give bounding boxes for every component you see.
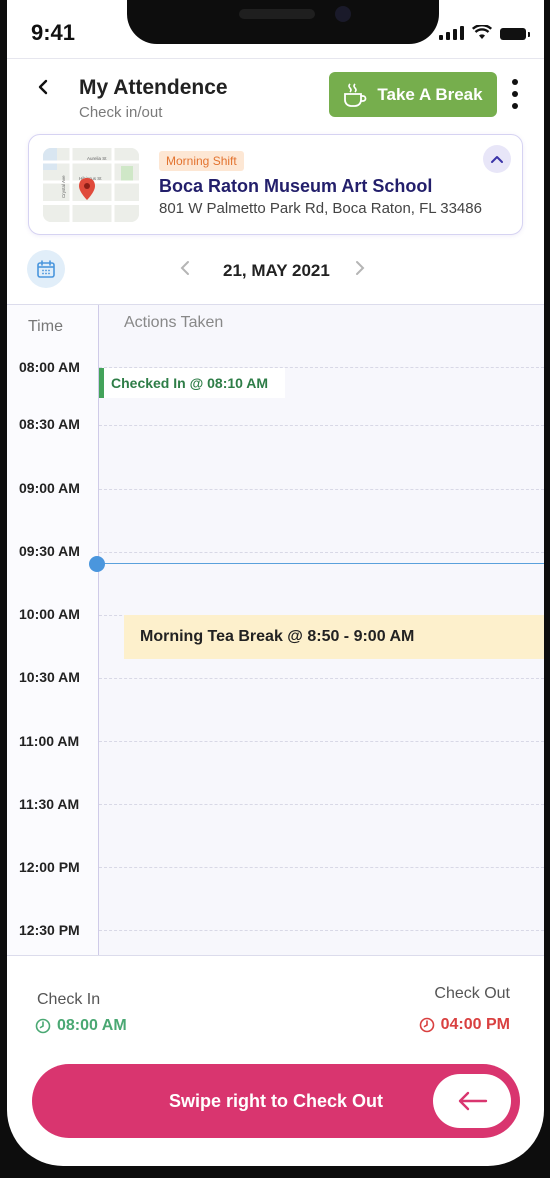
chevron-left-icon (38, 79, 48, 95)
take-break-button[interactable]: Take A Break (329, 72, 497, 117)
location-card: Aurelia St Hibiscus St Crystal Ave Morni… (28, 134, 523, 235)
date-navigator: 21, MAY 2021 (7, 248, 544, 292)
attendance-timeline: Time Actions Taken 08:00 AM 08:30 AM 09:… (7, 304, 544, 956)
status-icons (439, 24, 530, 40)
time-slot-label: 12:30 PM (19, 922, 80, 938)
back-button[interactable] (31, 74, 57, 100)
grid-line (99, 552, 544, 553)
current-time-indicator (89, 556, 105, 572)
time-slot-label: 11:30 AM (19, 796, 80, 812)
wifi-icon (472, 25, 492, 39)
actions-column-header: Actions Taken (124, 314, 224, 331)
time-column-header: Time (28, 318, 63, 335)
location-name: Boca Raton Museum Art School (159, 176, 433, 196)
phone-frame: 9:41 My Attendence Check in/out Take A B… (0, 0, 550, 1178)
speaker-grille (239, 9, 315, 19)
clock-icon (419, 1017, 434, 1033)
grid-line (99, 741, 544, 742)
calendar-icon (37, 260, 55, 278)
app-screen: 9:41 My Attendence Check in/out Take A B… (7, 0, 544, 1166)
page-title: My Attendence (79, 76, 228, 99)
time-slot-label: 10:00 AM (19, 606, 80, 622)
map-street-label: Crystal Ave (61, 175, 66, 198)
signal-icon (439, 24, 464, 40)
chevron-right-icon[interactable] (354, 258, 366, 278)
attendance-summary: Check In 08:00 AM Check Out 04:00 PM (7, 955, 544, 1055)
map-street-label: Aurelia St (87, 156, 107, 161)
grid-line (99, 804, 544, 805)
coffee-cup-icon (344, 82, 367, 107)
calendar-button[interactable] (27, 250, 65, 288)
time-column (7, 305, 98, 955)
time-slot-label: 12:00 PM (19, 859, 80, 875)
arrow-left-icon (458, 1091, 488, 1111)
location-address: 801 W Palmetto Park Rd, Boca Raton, FL 3… (159, 200, 482, 217)
chevron-left-icon[interactable] (179, 258, 191, 278)
clock-icon (35, 1018, 51, 1034)
grid-line (99, 425, 544, 426)
time-slot-label: 09:30 AM (19, 543, 80, 559)
check-in-time: 08:00 AM (57, 1017, 127, 1034)
current-time-line (98, 563, 544, 564)
check-out-time: 04:00 PM (440, 1016, 510, 1033)
check-in-value: 08:00 AM (35, 1017, 127, 1035)
check-out-value: 04:00 PM (419, 1016, 510, 1034)
status-time: 9:41 (31, 20, 76, 45)
grid-line (99, 867, 544, 868)
time-slot-label: 11:00 AM (19, 733, 80, 749)
battery-icon (500, 28, 530, 40)
chevron-up-icon (491, 156, 503, 163)
time-slot-label: 10:30 AM (19, 669, 80, 685)
check-out-label: Check Out (434, 985, 510, 1002)
map-thumbnail[interactable]: Aurelia St Hibiscus St Crystal Ave (43, 148, 139, 222)
page-subtitle: Check in/out (79, 104, 163, 121)
time-slot-label: 08:00 AM (19, 359, 80, 375)
grid-line (99, 678, 544, 679)
device-notch (127, 0, 439, 44)
time-slot-label: 08:30 AM (19, 416, 80, 432)
break-event[interactable]: Morning Tea Break @ 8:50 - 9:00 AM (124, 615, 544, 659)
more-vertical-icon[interactable] (509, 79, 521, 109)
collapse-button[interactable] (483, 145, 511, 173)
swipe-checkout-slider[interactable]: Swipe right to Check Out (32, 1064, 520, 1138)
grid-line (99, 489, 544, 490)
current-date: 21, MAY 2021 (223, 261, 330, 280)
take-break-label: Take A Break (377, 84, 483, 104)
swipe-handle[interactable] (433, 1074, 511, 1128)
app-header: My Attendence Check in/out Take A Break (7, 58, 544, 129)
front-camera (335, 6, 351, 22)
timeline-axis (98, 305, 99, 955)
time-slot-label: 09:00 AM (19, 480, 80, 496)
shift-badge: Morning Shift (159, 151, 244, 171)
check-in-label: Check In (37, 991, 101, 1008)
grid-line (99, 930, 544, 931)
checkin-event[interactable]: Checked In @ 08:10 AM (99, 368, 285, 398)
